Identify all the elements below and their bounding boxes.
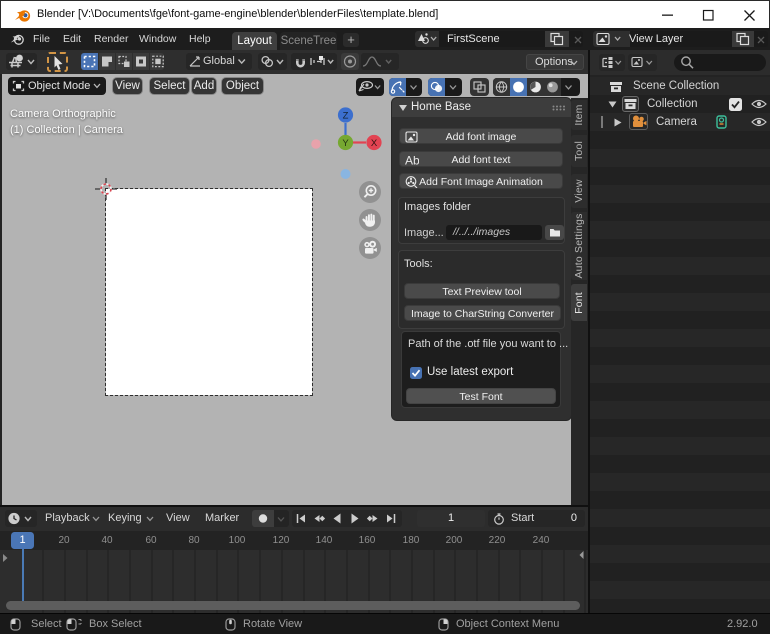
svg-text:Z: Z	[343, 111, 349, 122]
svg-text:Y: Y	[342, 138, 349, 149]
svg-text:X: X	[371, 138, 378, 149]
svg-text:Ab: Ab	[405, 154, 419, 166]
